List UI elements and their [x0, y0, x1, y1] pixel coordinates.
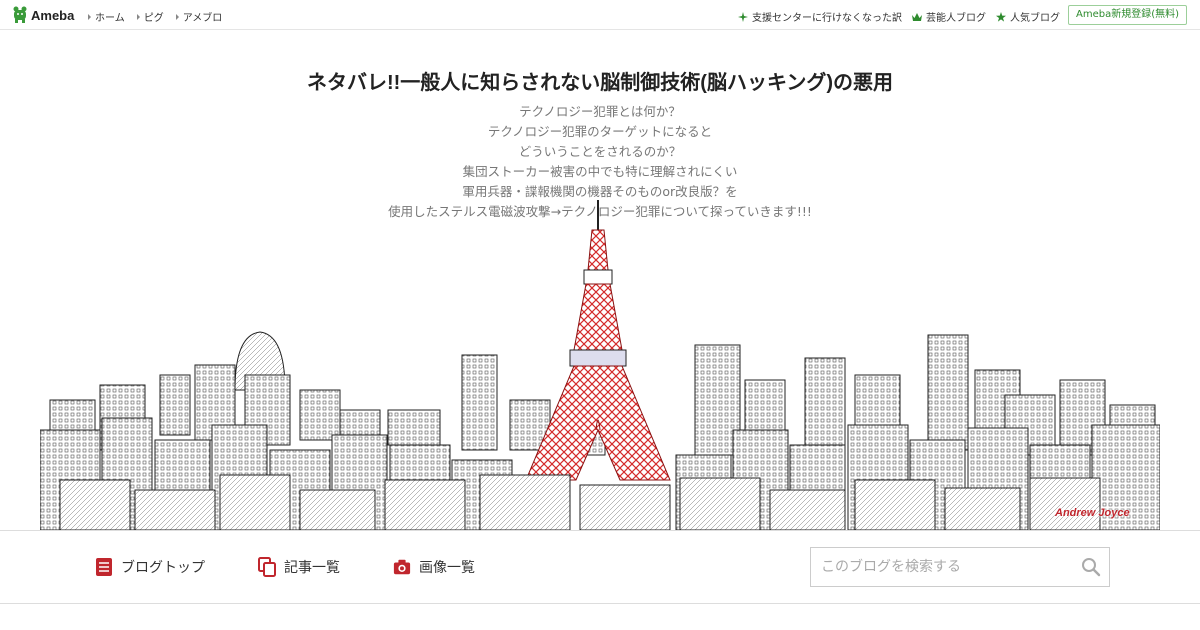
- search-icon[interactable]: [1081, 557, 1101, 577]
- illustrator-credit: Andrew Joyce: [1055, 507, 1130, 519]
- link-popular-blog[interactable]: 人気ブログ: [996, 9, 1060, 24]
- link-support-center-label: 支援センターに行けなくなった訳: [752, 13, 902, 24]
- image-list-label: 画像一覧: [419, 560, 475, 576]
- global-header: Ameba ホーム ピグ アメブロ 支援センターに行けなくなった訳 芸能人ブログ…: [0, 0, 1200, 30]
- blog-search: [810, 547, 1110, 587]
- description-line: 使用したステルス電磁波攻撃→テクノロジー犯罪について探っていきます!!!: [388, 204, 812, 219]
- blog-nav: ブログトップ 記事一覧 画像一覧: [0, 530, 1200, 604]
- link-celebrity-blog-label: 芸能人ブログ: [926, 13, 986, 24]
- triangle-icon: [88, 13, 91, 20]
- ameba-logo[interactable]: Ameba: [12, 6, 74, 24]
- blog-header: ネタバレ!!一般人に知らされない脳制御技術(脳ハッキング)の悪用 テクノロジー犯…: [0, 30, 1200, 530]
- blog-top-label: ブログトップ: [121, 560, 205, 576]
- nav-pigg[interactable]: ピグ: [136, 9, 164, 24]
- link-celebrity-blog[interactable]: 芸能人ブログ: [912, 9, 986, 24]
- blog-top-link[interactable]: ブログトップ: [95, 557, 205, 577]
- copy-icon: [258, 557, 276, 577]
- nav-pigg-label: ピグ: [143, 13, 164, 24]
- nav-ameblo-label: アメブロ: [182, 13, 223, 24]
- search-input[interactable]: [811, 548, 1071, 586]
- entry-list-label: 記事一覧: [284, 560, 340, 576]
- global-nav: ホーム ピグ アメブロ: [88, 9, 222, 24]
- description-line: どういうことをされるのか？: [518, 144, 682, 159]
- nav-ameblo[interactable]: アメブロ: [175, 9, 223, 24]
- description-line: テクノロジー犯罪とは何か？: [519, 104, 681, 119]
- image-list-link[interactable]: 画像一覧: [393, 557, 475, 577]
- header-links: 支援センターに行けなくなった訳 芸能人ブログ 人気ブログ: [738, 9, 1060, 24]
- register-button[interactable]: Ameba新規登録(無料): [1067, 5, 1187, 25]
- link-popular-blog-label: 人気ブログ: [1010, 13, 1060, 24]
- crown-icon: [912, 12, 922, 21]
- triangle-icon: [175, 13, 179, 20]
- description-line: テクノロジー犯罪のターゲットになると: [487, 124, 713, 139]
- blog-description: テクノロジー犯罪とは何か？ テクノロジー犯罪のターゲットになると どういうことを…: [0, 102, 1200, 222]
- camera-icon: [393, 559, 411, 575]
- blog-title[interactable]: ネタバレ!!一般人に知らされない脳制御技術(脳ハッキング)の悪用: [0, 66, 1200, 95]
- star-icon: [996, 11, 1006, 22]
- description-line: 軍用兵器・諜報機関の機器そのものor改良版？を: [462, 184, 738, 199]
- description-line: 集団ストーカー被害の中でも特に理解されにくい: [462, 164, 738, 179]
- nav-home-label: ホーム: [95, 13, 125, 24]
- entry-list-link[interactable]: 記事一覧: [258, 557, 340, 577]
- link-support-center[interactable]: 支援センターに行けなくなった訳: [738, 9, 902, 24]
- document-icon: [96, 558, 112, 576]
- ameba-logo-icon: [13, 6, 27, 23]
- nav-home[interactable]: ホーム: [88, 9, 125, 24]
- triangle-icon: [136, 13, 140, 20]
- logo-text: Ameba: [31, 7, 75, 23]
- clover-icon: [738, 11, 748, 22]
